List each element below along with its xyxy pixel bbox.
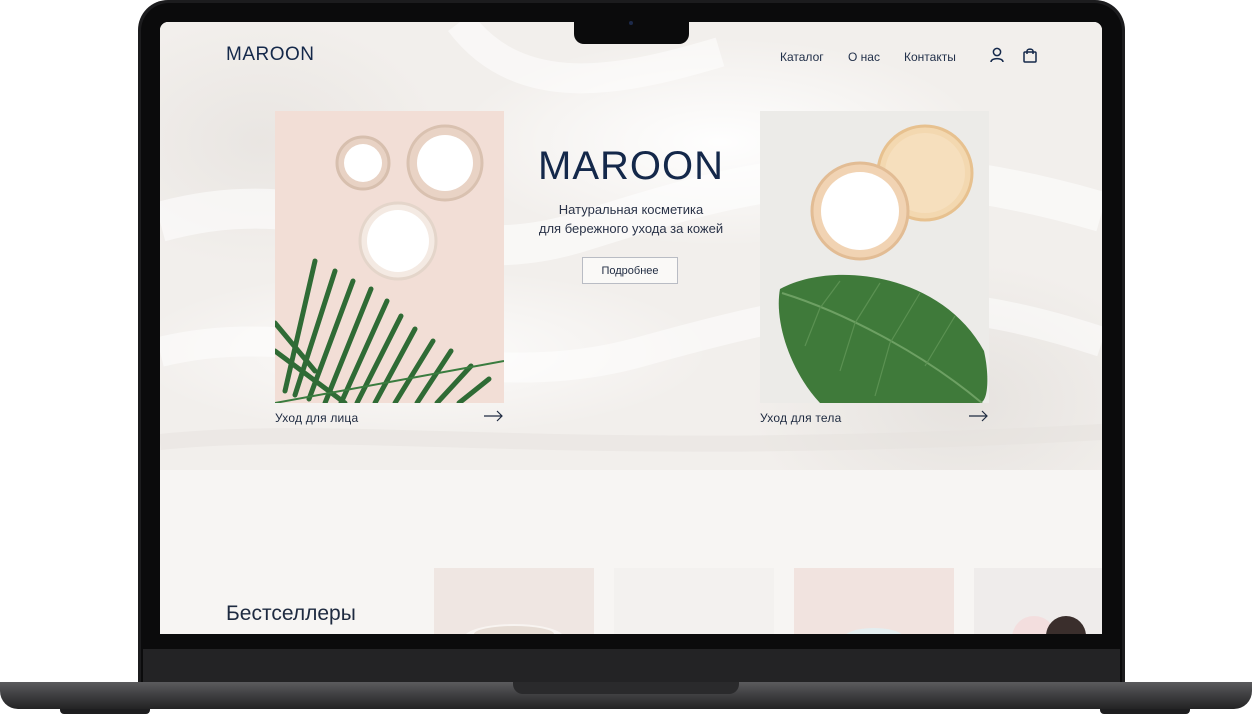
laptop-foot-left [60, 709, 150, 714]
body-care-image[interactable] [760, 111, 989, 403]
site-logo[interactable]: MAROON [226, 44, 315, 66]
hero-subtitle-line2: для бережного ухода за кожей [538, 221, 724, 236]
product-card-2[interactable] [614, 568, 774, 634]
bag-icon[interactable] [1021, 46, 1039, 64]
bestsellers-title: Бестселлеры [226, 602, 356, 625]
camera-notch [574, 22, 689, 44]
hero-subtitle: Натуральная косметика для бережного уход… [490, 200, 772, 238]
user-icon[interactable] [988, 46, 1006, 64]
arrow-right-icon[interactable] [969, 410, 989, 422]
camera-icon [629, 21, 633, 25]
face-care-image[interactable] [275, 111, 504, 403]
product-card-4[interactable] [974, 568, 1102, 634]
product-card-1[interactable] [434, 568, 594, 634]
nav-catalog[interactable]: Каталог [780, 50, 824, 64]
hero-title: MAROON [538, 144, 724, 188]
body-care-label[interactable]: Уход для тела [760, 411, 841, 425]
nav-contacts[interactable]: Контакты [904, 50, 956, 64]
nav-about[interactable]: О нас [848, 50, 880, 64]
laptop-chin [143, 649, 1120, 683]
product-card-3[interactable] [794, 568, 954, 634]
face-care-label[interactable]: Уход для лица [275, 411, 358, 425]
website-screen: MAROON Каталог О нас Контакты Уход для л… [160, 22, 1102, 634]
laptop-foot-right [1100, 709, 1190, 714]
arrow-right-icon[interactable] [484, 410, 504, 422]
more-button[interactable]: Подробнее [582, 257, 678, 284]
hero-subtitle-line1: Натуральная косметика [558, 202, 704, 217]
laptop-base-notch [513, 682, 739, 694]
